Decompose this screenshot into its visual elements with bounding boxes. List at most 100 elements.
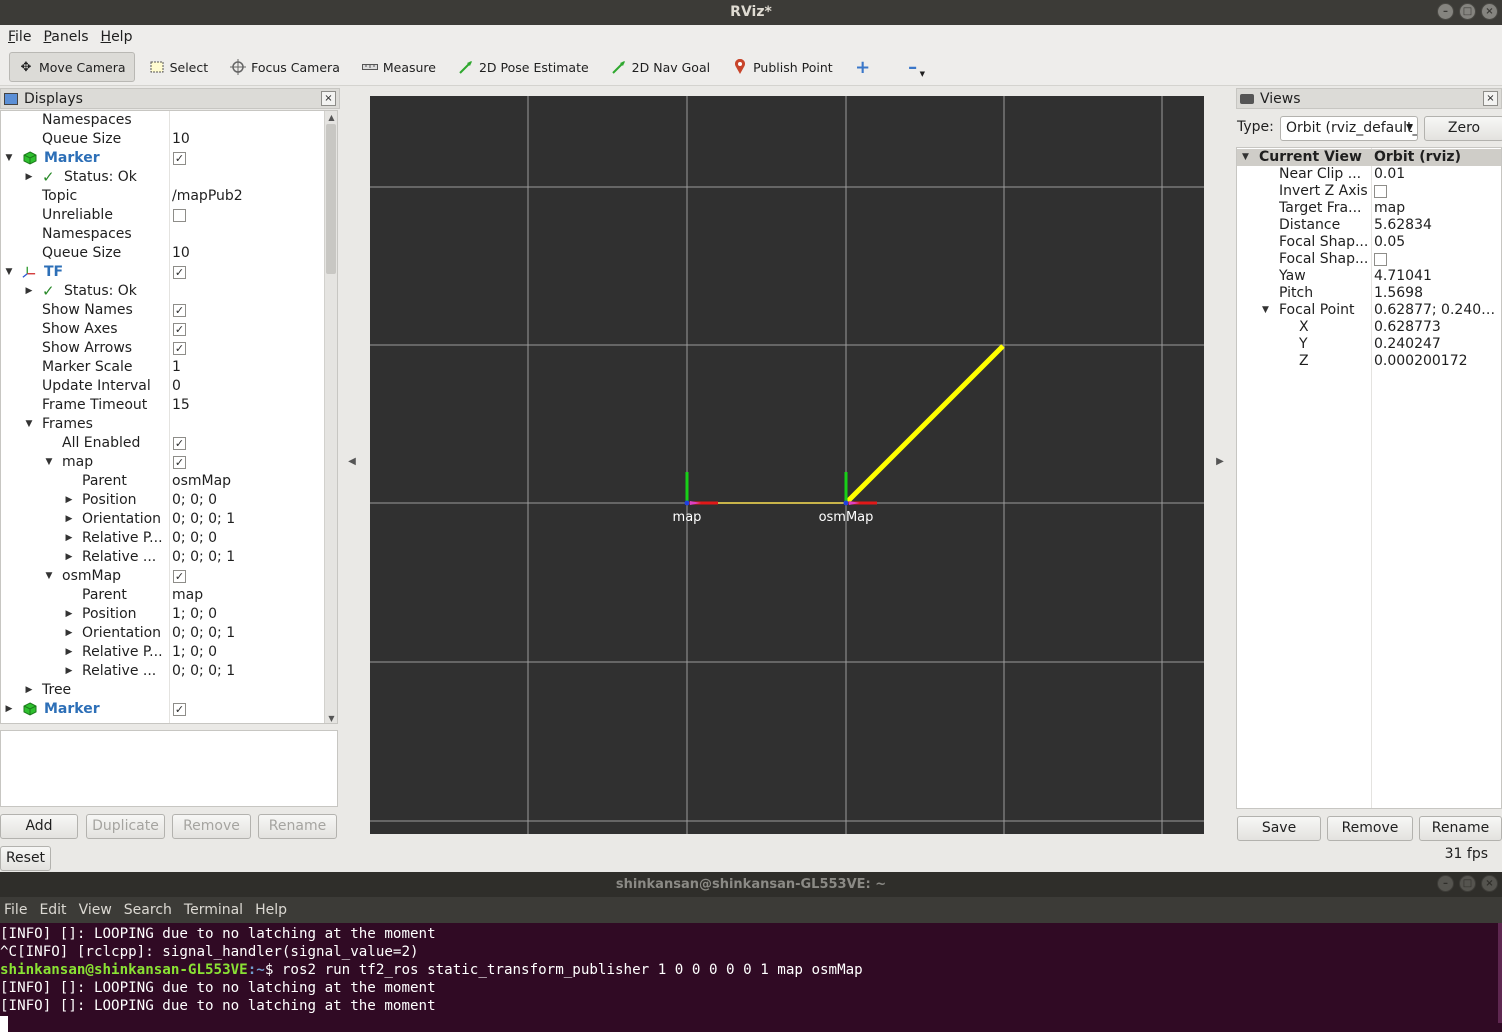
current-view-row[interactable]: ▼ Current View Orbit (rviz) bbox=[1237, 149, 1501, 166]
expand-arrow-icon[interactable]: ▶ bbox=[64, 529, 74, 548]
move-camera-tool[interactable]: ✥ Move Camera bbox=[9, 52, 135, 82]
add-tool-button[interactable]: + bbox=[847, 52, 879, 82]
maximize-icon[interactable]: □ bbox=[1459, 875, 1476, 892]
terminal-scrollbar[interactable] bbox=[1498, 923, 1502, 1023]
all-enabled-checkbox[interactable]: ✓ bbox=[173, 437, 186, 450]
tree-row[interactable]: ▶ Relative P... 0; 0; 0 bbox=[1, 529, 325, 548]
close-icon[interactable]: × bbox=[321, 91, 336, 106]
expand-arrow-icon[interactable]: ▶ bbox=[64, 510, 74, 529]
collapse-arrow-icon[interactable]: ▼ bbox=[4, 263, 14, 282]
tree-row[interactable]: Queue Size 10 bbox=[1, 244, 325, 263]
unreliable-checkbox[interactable] bbox=[173, 209, 186, 222]
rename-view-button[interactable]: Rename bbox=[1419, 816, 1502, 841]
terminal-menu-search[interactable]: Search bbox=[124, 902, 172, 918]
close-icon[interactable]: × bbox=[1481, 3, 1498, 20]
tree-row[interactable]: Update Interval 0 bbox=[1, 377, 325, 396]
terminal-menu-file[interactable]: File bbox=[4, 902, 27, 918]
tree-row[interactable]: Parent map bbox=[1, 586, 325, 605]
view-prop-row[interactable]: ▼ Focal Point 0.62877; 0.2402... bbox=[1237, 302, 1501, 319]
show-names-checkbox[interactable]: ✓ bbox=[173, 304, 186, 317]
expand-arrow-icon[interactable]: ▶ bbox=[24, 282, 34, 301]
view-prop-row[interactable]: Focal Shap... 0.05 bbox=[1237, 234, 1501, 251]
collapse-arrow-icon[interactable]: ▼ bbox=[1242, 149, 1249, 166]
tree-row[interactable]: Unreliable bbox=[1, 206, 325, 225]
collapse-arrow-icon[interactable]: ▼ bbox=[24, 415, 34, 434]
3d-scene[interactable]: map osmMap bbox=[370, 96, 1204, 834]
remove-display-button[interactable]: Remove bbox=[172, 814, 251, 839]
tree-row[interactable]: ▶ ✓ Status: Ok bbox=[1, 168, 325, 187]
terminal-menu-terminal[interactable]: Terminal bbox=[184, 902, 243, 918]
tree-row[interactable]: Parent osmMap bbox=[1, 472, 325, 491]
menu-file[interactable]: File bbox=[4, 29, 35, 45]
collapse-arrow-icon[interactable]: ▼ bbox=[1262, 302, 1269, 319]
menu-panels[interactable]: Panels bbox=[39, 29, 92, 45]
menu-help[interactable]: Help bbox=[97, 29, 137, 45]
tree-row[interactable]: Show Arrows ✓ bbox=[1, 339, 325, 358]
tree-row[interactable]: ▶ Orientation 0; 0; 0; 1 bbox=[1, 510, 325, 529]
show-arrows-checkbox[interactable]: ✓ bbox=[173, 342, 186, 355]
terminal-menu-help[interactable]: Help bbox=[255, 902, 287, 918]
expand-arrow-icon[interactable]: ▶ bbox=[24, 168, 34, 187]
tree-row-marker[interactable]: ▼ Marker ✓ bbox=[1, 149, 325, 168]
terminal-output[interactable]: [INFO] []: LOOPING due to no latching at… bbox=[0, 923, 1502, 1032]
view-prop-row[interactable]: Target Fra... map bbox=[1237, 200, 1501, 217]
osmmap-frame-checkbox[interactable]: ✓ bbox=[173, 570, 186, 583]
collapse-right-icon[interactable]: ▶ bbox=[1214, 456, 1226, 467]
tree-row[interactable]: ▼ osmMap ✓ bbox=[1, 567, 325, 586]
tree-row[interactable]: ▼ Frames bbox=[1, 415, 325, 434]
tree-row-tf[interactable]: ▼ TF ✓ bbox=[1, 263, 325, 282]
focal-shape-checkbox[interactable] bbox=[1374, 253, 1387, 266]
3d-viewport[interactable]: map osmMap bbox=[370, 96, 1204, 834]
nav-goal-tool[interactable]: 2D Nav Goal bbox=[603, 52, 718, 82]
tree-row[interactable]: Show Names ✓ bbox=[1, 301, 325, 320]
collapse-left-icon[interactable]: ◀ bbox=[346, 456, 358, 467]
map-frame-checkbox[interactable]: ✓ bbox=[173, 456, 186, 469]
scroll-down-icon[interactable]: ▼ bbox=[325, 712, 337, 723]
collapse-arrow-icon[interactable]: ▼ bbox=[44, 567, 54, 586]
remove-tool-button[interactable]: – ▼ bbox=[897, 52, 933, 82]
expand-arrow-icon[interactable]: ▶ bbox=[64, 624, 74, 643]
terminal-menu-view[interactable]: View bbox=[79, 902, 112, 918]
view-type-select[interactable]: Orbit (rviz_default_plugins) ▼ bbox=[1280, 116, 1418, 141]
views-tree[interactable]: ▼ Current View Orbit (rviz) Near Clip ..… bbox=[1236, 147, 1502, 809]
expand-arrow-icon[interactable]: ▶ bbox=[64, 605, 74, 624]
tree-row[interactable]: Namespaces bbox=[1, 225, 325, 244]
tree-row[interactable]: ▶ Relative ... 0; 0; 0; 1 bbox=[1, 548, 325, 567]
terminal-menu-edit[interactable]: Edit bbox=[39, 902, 66, 918]
tree-row[interactable]: Show Axes ✓ bbox=[1, 320, 325, 339]
view-prop-row[interactable]: X 0.628773 bbox=[1237, 319, 1501, 336]
maximize-icon[interactable]: □ bbox=[1459, 3, 1476, 20]
reset-button[interactable]: Reset bbox=[0, 846, 51, 871]
view-prop-row[interactable]: Pitch 1.5698 bbox=[1237, 285, 1501, 302]
view-prop-row[interactable]: Focal Shap... bbox=[1237, 251, 1501, 268]
tree-row[interactable]: Namespaces bbox=[1, 111, 325, 130]
expand-arrow-icon[interactable]: ▶ bbox=[64, 548, 74, 567]
tree-row[interactable]: ▶ ✓ Status: Ok bbox=[1, 282, 325, 301]
view-prop-row[interactable]: Near Clip ... 0.01 bbox=[1237, 166, 1501, 183]
scroll-thumb[interactable] bbox=[326, 124, 336, 274]
tree-row[interactable]: All Enabled ✓ bbox=[1, 434, 325, 453]
invert-z-checkbox[interactable] bbox=[1374, 185, 1387, 198]
expand-arrow-icon[interactable]: ▶ bbox=[24, 681, 34, 700]
tree-row[interactable]: ▶ Tree bbox=[1, 681, 325, 700]
view-prop-row[interactable]: Invert Z Axis bbox=[1237, 183, 1501, 200]
tree-row[interactable]: ▼ map ✓ bbox=[1, 453, 325, 472]
duplicate-button[interactable]: Duplicate bbox=[86, 814, 165, 839]
scroll-up-icon[interactable]: ▲ bbox=[325, 111, 337, 124]
expand-arrow-icon[interactable]: ▶ bbox=[64, 643, 74, 662]
marker-checkbox[interactable]: ✓ bbox=[173, 703, 186, 716]
expand-arrow-icon[interactable]: ▶ bbox=[4, 700, 14, 719]
focus-camera-tool[interactable]: Focus Camera bbox=[222, 52, 348, 82]
tree-row[interactable]: Topic /mapPub2 bbox=[1, 187, 325, 206]
minimize-icon[interactable]: – bbox=[1437, 3, 1454, 20]
view-prop-row[interactable]: Y 0.240247 bbox=[1237, 336, 1501, 353]
tf-checkbox[interactable]: ✓ bbox=[173, 266, 186, 279]
tree-row[interactable]: ▶ Position 1; 0; 0 bbox=[1, 605, 325, 624]
tree-row[interactable]: ▶ Relative P... 1; 0; 0 bbox=[1, 643, 325, 662]
tree-row[interactable]: Frame Timeout 15 bbox=[1, 396, 325, 415]
minimize-icon[interactable]: – bbox=[1437, 875, 1454, 892]
close-icon[interactable]: × bbox=[1481, 875, 1498, 892]
displays-scrollbar[interactable]: ▲ ▼ bbox=[324, 111, 337, 723]
view-prop-row[interactable]: Distance 5.62834 bbox=[1237, 217, 1501, 234]
view-prop-row[interactable]: Z 0.000200172 bbox=[1237, 353, 1501, 370]
